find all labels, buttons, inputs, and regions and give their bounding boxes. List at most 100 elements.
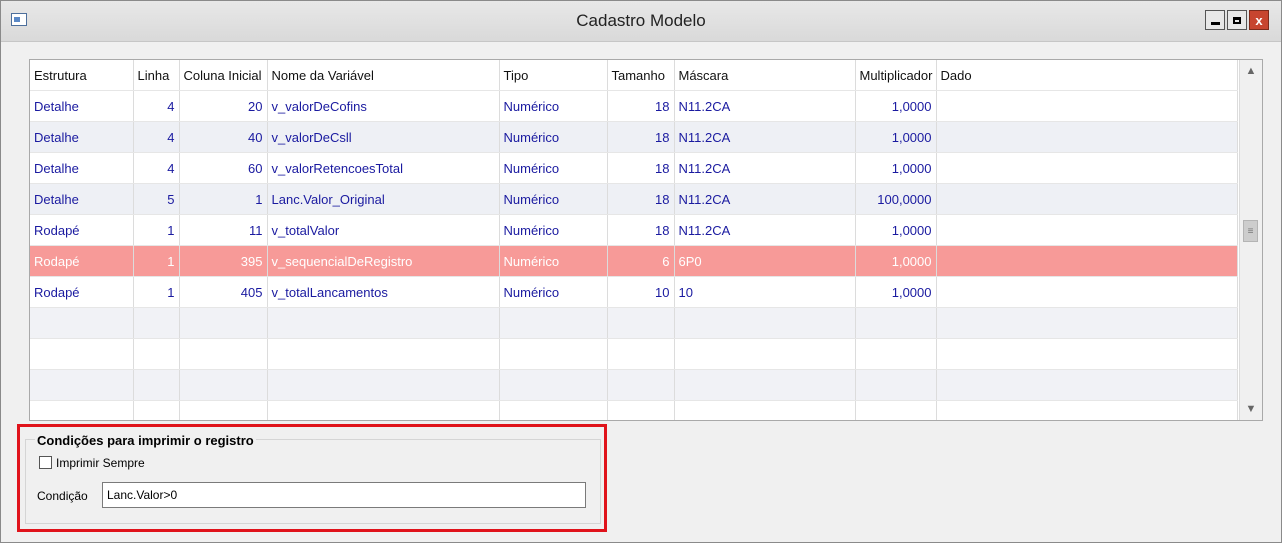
scroll-down-icon[interactable]: ▼ [1240,398,1262,420]
cell-nome[interactable]: v_valorDeCofins [267,90,500,122]
cell-multiplicador[interactable]: 1,0000 [855,90,937,122]
empty-cell[interactable] [179,400,268,420]
scroll-up-icon[interactable]: ▲ [1240,60,1262,82]
cell-linha[interactable]: 1 [133,245,180,277]
empty-cell[interactable] [607,338,675,370]
column-header[interactable]: Tamanho [607,60,675,91]
empty-cell[interactable] [133,369,180,401]
empty-row[interactable] [30,338,1238,370]
cell-nome[interactable]: v_valorDeCsll [267,121,500,153]
cell-estrutura[interactable]: Rodapé [30,245,134,277]
empty-cell[interactable] [499,369,608,401]
cell-mascara[interactable]: 10 [674,276,856,308]
cell-estrutura[interactable]: Rodapé [30,276,134,308]
table-row[interactable]: Rodapé 1 11 v_totalValor Numérico 18 N11.2CA 1,… [30,214,1238,246]
cell-multiplicador[interactable]: 100,0000 [855,183,937,215]
empty-cell[interactable] [30,307,134,339]
cell-mascara[interactable]: N11.2CA [674,214,856,246]
empty-cell[interactable] [267,369,500,401]
cell-coluna[interactable]: 405 [179,276,268,308]
cell-dado[interactable] [936,276,1238,308]
cell-multiplicador[interactable]: 1,0000 [855,121,937,153]
table-row[interactable]: Detalhe 5 1 Lanc.Valor_Original Numérico 18 N1… [30,183,1238,215]
vertical-scrollbar[interactable]: ▲ ≡ ▼ [1239,60,1262,420]
close-button[interactable]: x [1249,10,1269,30]
cell-tipo[interactable]: Numérico [499,183,608,215]
empty-row[interactable] [30,307,1238,339]
cell-tamanho[interactable]: 10 [607,276,675,308]
cell-mascara[interactable]: N11.2CA [674,183,856,215]
cell-nome[interactable]: Lanc.Valor_Original [267,183,500,215]
empty-cell[interactable] [936,400,1238,420]
empty-cell[interactable] [855,307,937,339]
empty-cell[interactable] [936,307,1238,339]
column-header[interactable]: Coluna Inicial [179,60,268,91]
cell-dado[interactable] [936,90,1238,122]
cell-coluna[interactable]: 40 [179,121,268,153]
table-row[interactable]: Detalhe 4 60 v_valorRetencoesTotal Numérico 1… [30,152,1238,184]
column-header[interactable]: Multiplicador [855,60,937,91]
fields-grid[interactable]: Estrutura Linha Coluna Inicial Nome da Vari… [29,59,1263,421]
cell-dado[interactable] [936,121,1238,153]
empty-cell[interactable] [179,338,268,370]
empty-row[interactable] [30,369,1238,401]
empty-cell[interactable] [936,338,1238,370]
empty-cell[interactable] [30,369,134,401]
column-header[interactable]: Estrutura [30,60,134,91]
cell-nome[interactable]: v_totalLancamentos [267,276,500,308]
cell-linha[interactable]: 4 [133,121,180,153]
empty-cell[interactable] [30,400,134,420]
cell-dado[interactable] [936,152,1238,184]
table-row[interactable]: Rodapé 1 395 v_sequencialDeRegistro Numérico… [30,245,1238,277]
column-header[interactable]: Linha [133,60,180,91]
cell-tamanho[interactable]: 18 [607,183,675,215]
cell-linha[interactable]: 1 [133,214,180,246]
cell-linha[interactable]: 4 [133,152,180,184]
cell-mascara[interactable]: 6P0 [674,245,856,277]
column-header[interactable]: Máscara [674,60,856,91]
cell-tipo[interactable]: Numérico [499,214,608,246]
empty-cell[interactable] [674,338,856,370]
cell-nome[interactable]: v_totalValor [267,214,500,246]
cell-dado[interactable] [936,214,1238,246]
cell-coluna[interactable]: 60 [179,152,268,184]
empty-cell[interactable] [936,369,1238,401]
cell-tamanho[interactable]: 18 [607,121,675,153]
cell-multiplicador[interactable]: 1,0000 [855,152,937,184]
column-header[interactable]: Nome da Variável [267,60,500,91]
cell-tipo[interactable]: Numérico [499,121,608,153]
cell-linha[interactable]: 1 [133,276,180,308]
empty-cell[interactable] [267,307,500,339]
empty-cell[interactable] [267,400,500,420]
empty-cell[interactable] [499,400,608,420]
cell-estrutura[interactable]: Detalhe [30,121,134,153]
cell-multiplicador[interactable]: 1,0000 [855,245,937,277]
empty-cell[interactable] [179,369,268,401]
cell-tamanho[interactable]: 18 [607,214,675,246]
cell-linha[interactable]: 4 [133,90,180,122]
empty-cell[interactable] [133,400,180,420]
cell-coluna[interactable]: 11 [179,214,268,246]
cell-dado[interactable] [936,245,1238,277]
cell-dado[interactable] [936,183,1238,215]
cell-estrutura[interactable]: Detalhe [30,183,134,215]
empty-cell[interactable] [133,307,180,339]
cell-nome[interactable]: v_sequencialDeRegistro [267,245,500,277]
cell-tamanho[interactable]: 18 [607,90,675,122]
empty-cell[interactable] [855,338,937,370]
minimize-button[interactable] [1205,10,1225,30]
cell-mascara[interactable]: N11.2CA [674,90,856,122]
empty-cell[interactable] [267,338,500,370]
cell-mascara[interactable]: N11.2CA [674,121,856,153]
empty-cell[interactable] [499,307,608,339]
empty-cell[interactable] [607,369,675,401]
cell-tipo[interactable]: Numérico [499,90,608,122]
empty-cell[interactable] [30,338,134,370]
empty-cell[interactable] [133,338,180,370]
table-row[interactable]: Detalhe 4 40 v_valorDeCsll Numérico 18 N11.2CA… [30,121,1238,153]
empty-cell[interactable] [499,338,608,370]
table-row[interactable]: Detalhe 4 20 v_valorDeCofins Numérico 18 N11.2… [30,90,1238,122]
empty-row[interactable] [30,400,1238,420]
cell-tamanho[interactable]: 18 [607,152,675,184]
cell-tamanho[interactable]: 6 [607,245,675,277]
